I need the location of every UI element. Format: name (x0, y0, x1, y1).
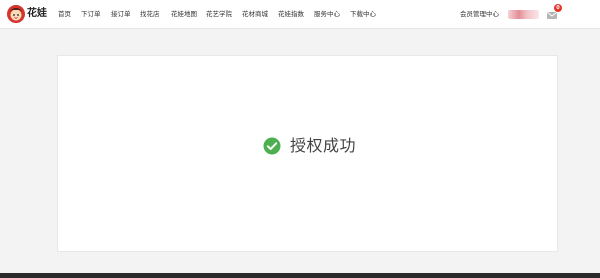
nav-item-service-center[interactable]: 服务中心 (314, 0, 340, 29)
nav-item-academy[interactable]: 花艺学院 (206, 0, 232, 29)
success-message: 授权成功 (263, 136, 356, 156)
nav-item-map[interactable]: 花娃地图 (171, 0, 197, 29)
nav-item-find-shop[interactable]: 找花店 (140, 0, 160, 29)
success-text: 授权成功 (290, 136, 357, 155)
bottom-divider (0, 273, 600, 278)
nav-item-index[interactable]: 花娃指数 (278, 0, 304, 29)
brand-name[interactable]: 花娃 (27, 7, 47, 21)
top-navigation-bar: 花娃 首页 下订单 接订单 找花店 花娃地图 花艺学院 花材商城 花娃指数 服务… (0, 0, 600, 29)
nav-item-place-order[interactable]: 下订单 (81, 0, 101, 29)
nav-item-mall[interactable]: 花材商城 (242, 0, 268, 29)
huawa-logo[interactable] (6, 4, 26, 24)
member-center-link[interactable]: 会员管理中心 (460, 0, 499, 29)
nav-item-accept-order[interactable]: 接订单 (111, 0, 131, 29)
check-circle-icon (263, 137, 281, 155)
mail-badge: 0 (554, 4, 562, 12)
nav-item-download-center[interactable]: 下载中心 (350, 0, 376, 29)
user-avatar[interactable] (508, 10, 539, 19)
nav-item-home[interactable]: 首页 (58, 0, 71, 29)
main-content-card: 授权成功 (57, 55, 558, 252)
